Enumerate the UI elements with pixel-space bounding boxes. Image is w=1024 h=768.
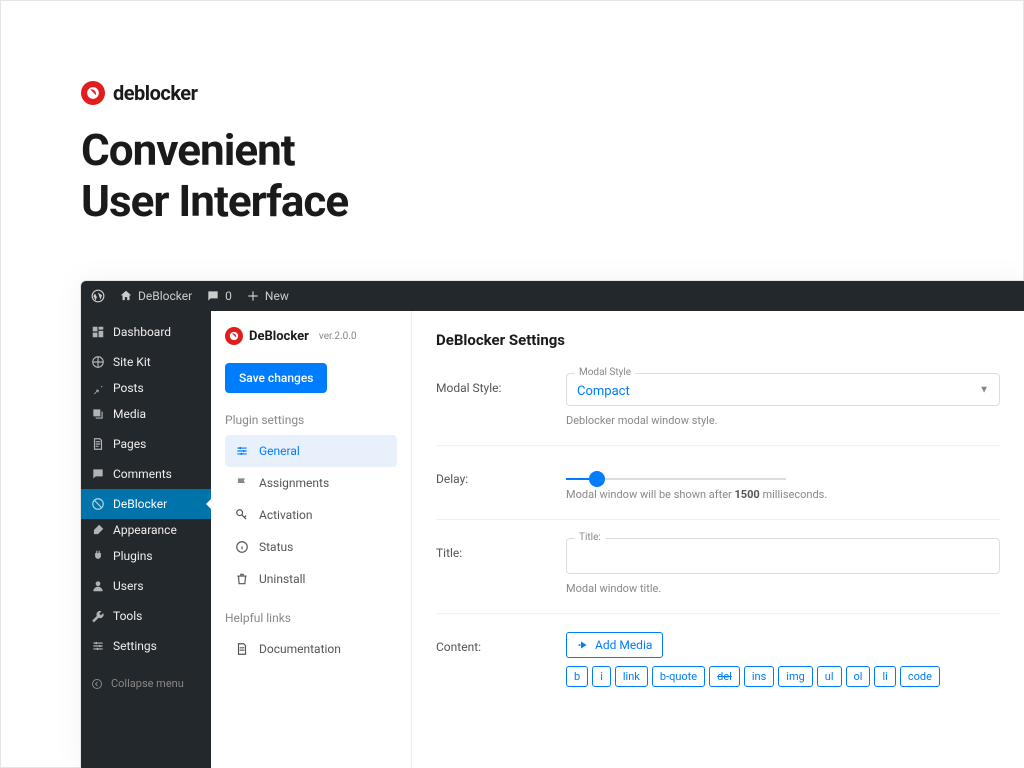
editor-btn-ul[interactable]: ul xyxy=(817,666,842,687)
new-link[interactable]: New xyxy=(246,289,289,303)
sidebar-item-comments[interactable]: Comments xyxy=(81,459,211,489)
site-link[interactable]: DeBlocker xyxy=(119,289,192,303)
delay-help: Modal window will be shown after 1500 mi… xyxy=(566,488,1000,501)
editor-btn-link[interactable]: link xyxy=(615,666,648,687)
wp-topbar: DeBlocker 0 New xyxy=(81,281,1024,311)
chevron-down-icon: ▼ xyxy=(979,384,989,395)
delay-label: Delay: xyxy=(436,464,526,486)
sidebar-item-site-kit[interactable]: Site Kit xyxy=(81,347,211,377)
plugin-nav-activation[interactable]: Activation xyxy=(225,499,397,531)
plugin-nav-general[interactable]: General xyxy=(225,435,397,467)
editor-btn-code[interactable]: code xyxy=(900,666,940,687)
plugin-title: DeBlocker ver.2.0.0 xyxy=(225,327,397,345)
comments-link[interactable]: 0 xyxy=(206,289,232,303)
delay-slider[interactable] xyxy=(566,478,786,480)
modal-style-label: Modal Style: xyxy=(436,373,526,395)
editor-btn-ins[interactable]: ins xyxy=(744,666,774,687)
editor-btn-ol[interactable]: ol xyxy=(846,666,871,687)
wp-admin-frame: DeBlocker 0 New DashboardSite KitPostsMe… xyxy=(80,280,1024,768)
sidebar-item-settings[interactable]: Settings xyxy=(81,631,211,661)
plugin-icon xyxy=(225,327,243,345)
helpful-link-documentation[interactable]: Documentation xyxy=(225,633,397,665)
sidebar-item-appearance[interactable]: Appearance xyxy=(81,519,211,541)
editor-btn-img[interactable]: img xyxy=(778,666,813,687)
editor-toolbar: bilinkb-quotedelinsimgulollicode xyxy=(566,666,1000,687)
editor-btn-b[interactable]: b xyxy=(566,666,588,687)
hero-heading: ConvenientUser Interface xyxy=(81,125,943,226)
title-label: Title: xyxy=(436,538,526,560)
plugin-nav-assignments[interactable]: Assignments xyxy=(225,467,397,499)
title-input[interactable]: Title: xyxy=(566,538,1000,574)
sidebar-item-media[interactable]: Media xyxy=(81,399,211,429)
plugin-nav-status[interactable]: Status xyxy=(225,531,397,563)
sidebar-item-posts[interactable]: Posts xyxy=(81,377,211,399)
sidebar-item-dashboard[interactable]: Dashboard xyxy=(81,317,211,347)
slider-thumb[interactable] xyxy=(589,471,605,487)
brand-logo: deblocker xyxy=(81,81,943,105)
modal-style-select[interactable]: Modal Style Compact ▼ xyxy=(566,373,1000,406)
plugin-section-heading: Plugin settings xyxy=(225,413,397,427)
editor-btn-b-quote[interactable]: b-quote xyxy=(652,666,705,687)
settings-panel: DeBlocker Settings Modal Style: Modal St… xyxy=(411,311,1024,768)
settings-heading: DeBlocker Settings xyxy=(436,331,1000,349)
sidebar-item-users[interactable]: Users xyxy=(81,571,211,601)
sidebar-item-plugins[interactable]: Plugins xyxy=(81,541,211,571)
plugin-settings-sidebar: DeBlocker ver.2.0.0 Save changes Plugin … xyxy=(211,311,411,768)
sidebar-item-tools[interactable]: Tools xyxy=(81,601,211,631)
save-button[interactable]: Save changes xyxy=(225,363,327,393)
brand-name: deblocker xyxy=(113,81,197,105)
wp-logo-icon[interactable] xyxy=(91,289,105,303)
helpful-links-heading: Helpful links xyxy=(225,611,397,625)
editor-btn-del[interactable]: del xyxy=(709,666,740,687)
brand-icon xyxy=(81,81,105,105)
editor-btn-li[interactable]: li xyxy=(874,666,895,687)
sidebar-item-deblocker[interactable]: DeBlocker xyxy=(81,489,211,519)
plugin-nav-uninstall[interactable]: Uninstall xyxy=(225,563,397,595)
collapse-menu[interactable]: Collapse menu xyxy=(81,669,211,698)
sidebar-item-pages[interactable]: Pages xyxy=(81,429,211,459)
editor-btn-i[interactable]: i xyxy=(592,666,611,687)
wp-sidebar: DashboardSite KitPostsMediaPagesComments… xyxy=(81,311,211,768)
content-label: Content: xyxy=(436,632,526,654)
add-media-button[interactable]: Add Media xyxy=(566,632,663,658)
